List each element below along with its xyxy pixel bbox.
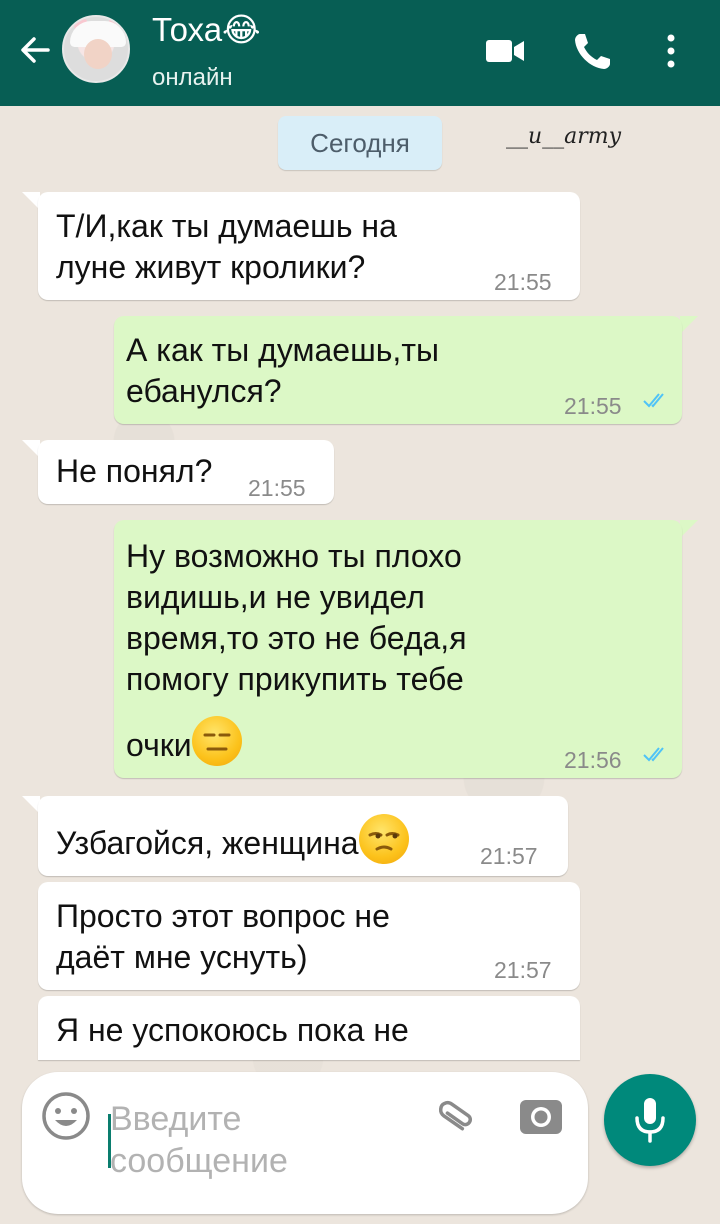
- message-text: А как ты думаешь,ты ебанулся?: [126, 332, 439, 409]
- voice-message-button[interactable]: [604, 1074, 696, 1166]
- date-divider: Сегодня: [278, 116, 442, 170]
- message-time: 21:57: [480, 843, 538, 869]
- contact-name[interactable]: Тоха😂: [152, 10, 261, 49]
- message-bubble-outgoing[interactable]: А как ты думаешь,ты ебанулся? 21:55: [114, 316, 682, 424]
- video-call-icon[interactable]: [482, 28, 528, 74]
- message-bubble-incoming[interactable]: Не понял? 21:55: [38, 440, 334, 504]
- back-arrow-icon[interactable]: [14, 28, 58, 72]
- paperclip-icon[interactable]: [430, 1092, 478, 1140]
- read-ticks-icon: [643, 393, 664, 408]
- message-bubble-incoming[interactable]: Я не успокоюсь пока не: [38, 996, 580, 1060]
- message-input[interactable]: Введите сообщение: [110, 1098, 400, 1182]
- contact-avatar[interactable]: [62, 15, 130, 83]
- contact-status: онлайн: [152, 64, 233, 91]
- message-text: Т/И,как ты думаешь на луне живут кролики…: [56, 208, 397, 285]
- more-menu-icon[interactable]: [648, 28, 694, 74]
- message-text: Не понял?: [56, 453, 213, 489]
- message-bubble-incoming[interactable]: Т/И,как ты думаешь на луне живут кролики…: [38, 192, 580, 300]
- message-text: Просто этот вопрос не даёт мне уснуть): [56, 898, 390, 975]
- phone-call-icon[interactable]: [570, 28, 616, 74]
- watermark-text: __u__army: [506, 124, 622, 149]
- emoji-icon[interactable]: [40, 1090, 92, 1142]
- message-time: 21:55: [494, 269, 552, 295]
- unamused-face-icon: [358, 814, 409, 864]
- message-bubble-incoming[interactable]: Просто этот вопрос не даёт мне уснуть) 2…: [38, 882, 580, 990]
- message-time: 21:55: [248, 475, 306, 501]
- camera-icon[interactable]: [516, 1092, 566, 1142]
- message-bubble-incoming[interactable]: Узбагойся, женщина 21:57: [38, 796, 568, 876]
- message-time: 21:57: [494, 957, 552, 983]
- message-text: Узбагойся, женщина: [56, 814, 409, 864]
- expressionless-face-icon: [191, 716, 242, 766]
- message-input-bar: Введите сообщение: [22, 1072, 588, 1214]
- bubble-tail: [680, 520, 698, 538]
- message-text: Я не успокоюсь пока не: [56, 1012, 409, 1048]
- message-bubble-outgoing[interactable]: Ну возможно ты плохо видишь,и не увидел …: [114, 520, 682, 778]
- message-time: 21:55: [564, 393, 622, 419]
- message-text: Ну возможно ты плохо видишь,и не увидел …: [126, 536, 467, 766]
- read-ticks-icon: [643, 747, 664, 762]
- bubble-tail: [680, 316, 698, 334]
- microphone-icon: [635, 1098, 665, 1143]
- chat-header: Тоха😂 онлайн: [0, 0, 720, 106]
- message-time: 21:56: [564, 747, 622, 773]
